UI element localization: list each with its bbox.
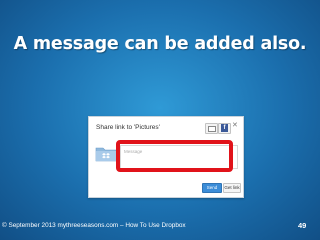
close-icon[interactable]: ✕ bbox=[232, 121, 238, 129]
slide-title: A message can be added also. bbox=[13, 34, 307, 54]
send-button[interactable]: Send bbox=[202, 183, 222, 193]
footer-text: © September 2013 mythreeseasons.com – Ho… bbox=[2, 222, 186, 229]
get-link-button[interactable]: Get link bbox=[223, 183, 241, 193]
folder-icon bbox=[95, 145, 117, 162]
page-number: 49 bbox=[298, 221, 307, 230]
facebook-icon[interactable] bbox=[218, 123, 231, 134]
email-icon[interactable] bbox=[205, 123, 218, 134]
dialog-title: Share link to 'Pictures' bbox=[96, 124, 160, 131]
message-highlight-box bbox=[116, 140, 233, 172]
